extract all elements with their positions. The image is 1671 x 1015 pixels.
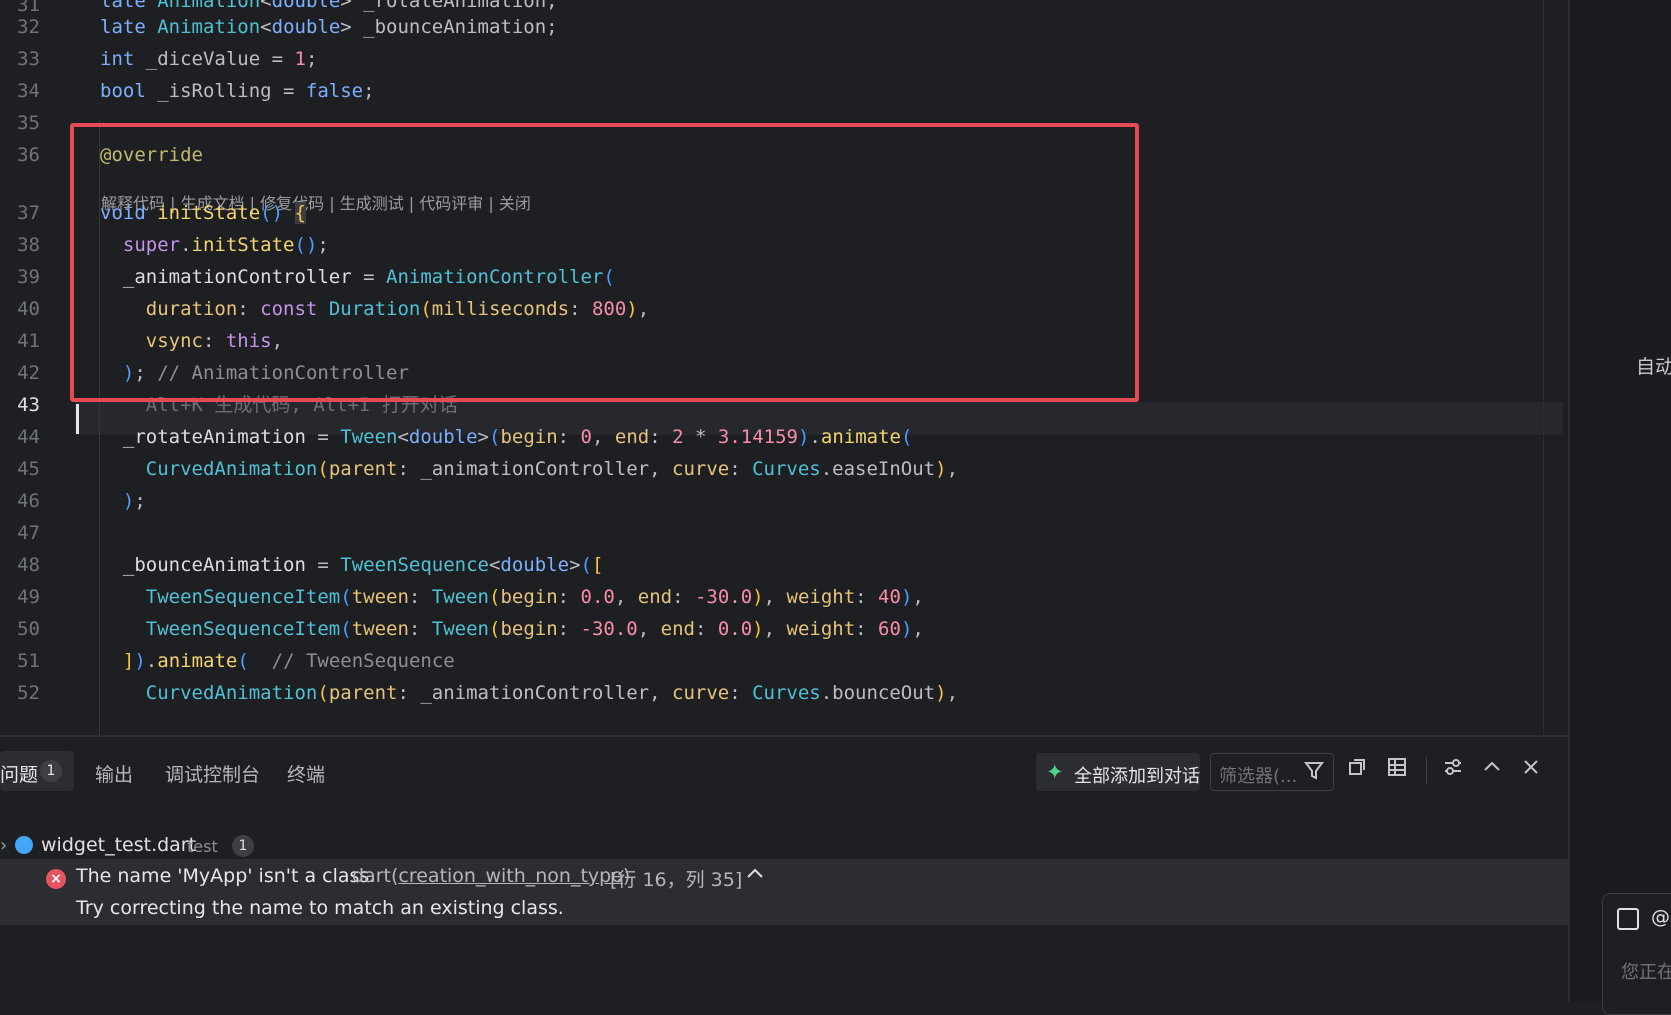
line-number: 35: [17, 112, 40, 134]
filter-placeholder: 筛选器(...: [1219, 766, 1298, 787]
line-number: 33: [17, 48, 40, 70]
tab-debug-console[interactable]: 调试控制台: [165, 760, 260, 787]
line-number: 41: [17, 330, 40, 352]
error-icon: ×: [46, 869, 66, 889]
line-number: 52: [17, 682, 40, 704]
code-line[interactable]: TweenSequenceItem(tween: Tween(begin: 0.…: [100, 584, 924, 610]
add-all-label: 全部添加到对话: [1074, 766, 1200, 787]
filter-icon[interactable]: [1303, 757, 1325, 787]
dart-file-icon: [15, 836, 33, 854]
mention-button[interactable]: @: [1651, 906, 1670, 928]
problem-file-row[interactable]: › widget_test.dart test 1: [0, 829, 1568, 863]
line-number: 32: [17, 16, 40, 38]
line-number: 51: [17, 650, 40, 672]
adjust-icon[interactable]: [1438, 754, 1468, 788]
text-cursor: [76, 404, 79, 434]
code-line[interactable]: bool _isRolling = false;: [100, 78, 375, 104]
chevron-up-icon[interactable]: [744, 863, 766, 890]
line-number: 48: [17, 554, 40, 576]
code-line[interactable]: CurvedAnimation(parent: _animationContro…: [100, 680, 958, 706]
code-line[interactable]: _bounceAnimation = TweenSequence<double>…: [100, 552, 604, 578]
auto-label[interactable]: 自动: [1636, 352, 1671, 379]
code-line[interactable]: CurvedAnimation(parent: _animationContro…: [100, 456, 958, 482]
file-name: widget_test.dart: [41, 834, 197, 856]
chevron-down-icon[interactable]: ›: [0, 835, 7, 856]
line-number: 37: [17, 202, 40, 224]
error-message: The name 'MyApp' isn't a class.: [76, 865, 376, 887]
chat-input-box[interactable]: @ 您正在: [1602, 893, 1671, 1015]
code-line[interactable]: _rotateAnimation = Tween<double>(begin: …: [100, 424, 913, 450]
selection-highlight-box: [70, 123, 1139, 402]
line-number: 40: [17, 298, 40, 320]
code-line[interactable]: );: [100, 488, 146, 514]
error-position: [行 16，列 35]: [610, 869, 743, 891]
problems-panel: 问题 1 输出 调试控制台 终端 ✦ 全部添加到对话 筛选器(... › wid…: [0, 735, 1568, 1004]
add-all-to-chat-button[interactable]: ✦ 全部添加到对话: [1036, 753, 1200, 791]
sparkle-icon: ✦: [1046, 760, 1064, 784]
toolbar-divider: [1426, 757, 1427, 785]
tab-output[interactable]: 输出: [95, 760, 133, 787]
context-icon[interactable]: [1617, 908, 1639, 930]
code-line[interactable]: TweenSequenceItem(tween: Tween(begin: -3…: [100, 616, 924, 642]
table-view-icon[interactable]: [1382, 754, 1412, 788]
tab-problems[interactable]: 问题 1: [0, 751, 74, 791]
chevron-up-icon[interactable]: [1477, 754, 1507, 788]
code-line[interactable]: int _diceValue = 1;: [100, 46, 317, 72]
line-number: 34: [17, 80, 40, 102]
filter-input[interactable]: 筛选器(...: [1210, 753, 1334, 791]
ai-chat-side-panel: 自动 @ 您正在: [1568, 0, 1671, 1015]
code-comment: // TweenSequence: [271, 650, 455, 672]
file-problem-count: 1: [232, 835, 254, 857]
line-number: 38: [17, 234, 40, 256]
line-number: 42: [17, 362, 40, 384]
code-line[interactable]: late Animation<double> _rotateAnimation;: [100, 0, 558, 14]
problem-item[interactable]: × The name 'MyApp' isn't a class. dart(c…: [0, 859, 1568, 925]
tab-terminal[interactable]: 终端: [287, 760, 325, 787]
line-number: 31: [17, 0, 40, 16]
line-number: 39: [17, 266, 40, 288]
code-line[interactable]: ]).animate( // TweenSequence: [100, 648, 455, 674]
line-number: 46: [17, 490, 40, 512]
line-number: 36: [17, 144, 40, 166]
file-folder: test: [187, 837, 218, 856]
line-number: 49: [17, 586, 40, 608]
line-number: 50: [17, 618, 40, 640]
line-number: 47: [17, 522, 40, 544]
editor-scrollbar-track[interactable]: [1543, 0, 1544, 735]
error-code-link[interactable]: creation_with_non_type: [398, 865, 623, 887]
error-fix-hint: Try correcting the name to match an exis…: [76, 897, 564, 919]
collapse-all-icon[interactable]: [1342, 754, 1372, 788]
code-line[interactable]: late Animation<double> _bounceAnimation;: [100, 14, 558, 40]
tab-problems-label: 问题: [0, 764, 39, 786]
line-number: 45: [17, 458, 40, 480]
error-source: dart(creation_with_non_type): [352, 865, 631, 887]
problems-count-badge: 1: [40, 760, 62, 782]
close-icon[interactable]: [1516, 754, 1546, 788]
line-number: 44: [17, 426, 40, 448]
code-editor[interactable]: 31 32 33 34 35 36 37 38 39 40 41 42 43 4…: [0, 0, 1568, 735]
line-number-current: 43: [17, 394, 40, 416]
chat-input[interactable]: 您正在: [1621, 958, 1671, 984]
